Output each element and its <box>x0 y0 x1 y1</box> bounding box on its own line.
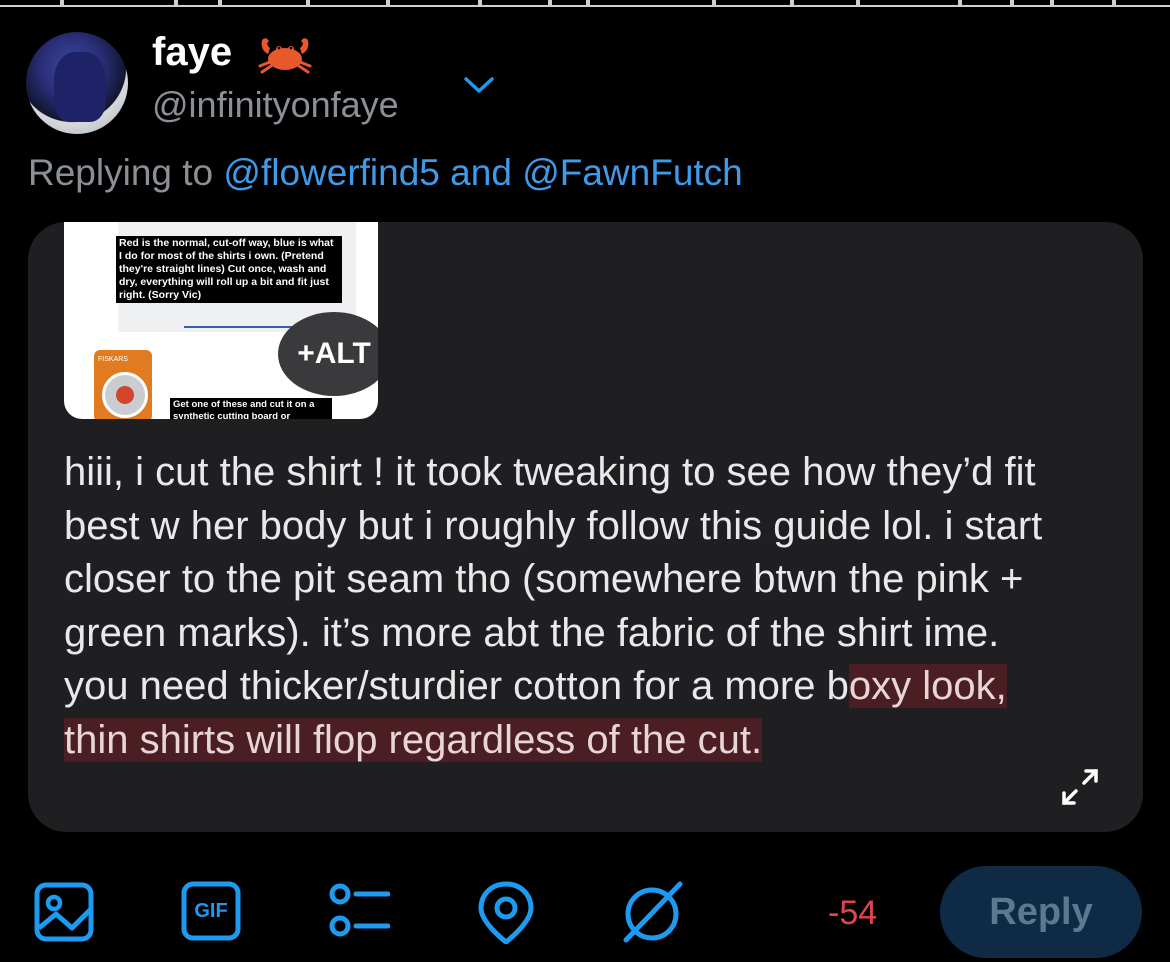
avatar[interactable] <box>26 32 128 134</box>
image-icon[interactable] <box>32 880 96 944</box>
reply-composer-card[interactable]: Red is the normal, cut-off way, blue is … <box>28 222 1143 832</box>
chevron-down-icon[interactable] <box>462 74 496 96</box>
crab-emoji-icon <box>258 38 312 74</box>
image-note-top: Red is the normal, cut-off way, blue is … <box>116 236 342 303</box>
user-handle[interactable]: @infinityonfaye <box>152 84 399 126</box>
display-name[interactable]: faye <box>152 30 232 75</box>
tweet-text-input[interactable]: hiii, i cut the shirt ! it took tweaking… <box>64 446 1074 767</box>
gif-icon[interactable]: GIF <box>180 880 242 942</box>
character-counter: -54 <box>828 894 878 932</box>
reply-button[interactable]: Reply <box>940 866 1142 958</box>
replying-to: Replying to @flowerfind5 and @FawnFutch <box>28 152 743 194</box>
replying-joiner[interactable]: and <box>450 152 512 193</box>
gif-label: GIF <box>194 899 228 922</box>
mention-link[interactable]: @flowerfind5 <box>223 152 440 193</box>
attached-image[interactable]: Red is the normal, cut-off way, blue is … <box>64 222 378 419</box>
top-divider <box>0 0 1170 14</box>
replying-prefix: Replying to <box>28 152 214 193</box>
mention-link[interactable]: @FawnFutch <box>522 152 743 193</box>
poll-icon[interactable] <box>326 880 390 944</box>
fiskars-cutter-image: FISKARS <box>94 350 152 419</box>
circle-slash-icon[interactable] <box>620 880 684 944</box>
location-icon[interactable] <box>474 880 538 944</box>
expand-icon[interactable] <box>1058 765 1102 809</box>
image-note-bottom: Get one of these and cut it on a synthet… <box>170 398 332 419</box>
add-alt-button[interactable]: +ALT <box>278 312 378 396</box>
